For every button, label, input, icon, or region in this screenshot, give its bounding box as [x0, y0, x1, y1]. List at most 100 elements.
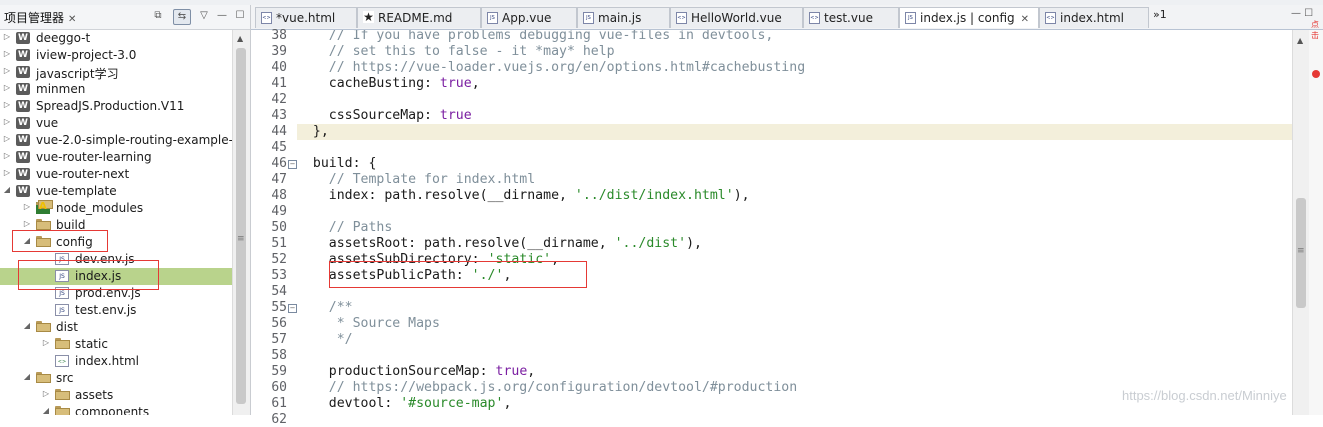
code-line[interactable]: productionSourceMap: true, — [297, 364, 1292, 380]
code-line[interactable] — [297, 204, 1292, 220]
code-line[interactable]: build: { — [297, 156, 1292, 172]
expand-icon[interactable]: ▷ — [2, 100, 12, 109]
code-line[interactable]: // set this to false - it *may* help — [297, 44, 1292, 60]
expand-icon[interactable]: ▷ — [2, 66, 12, 75]
expand-icon[interactable]: ▷ — [2, 134, 12, 143]
code-line[interactable]: index: path.resolve(__dirname, '../dist/… — [297, 188, 1292, 204]
annotation-box-index-js — [18, 260, 159, 290]
error-marker-icon[interactable] — [1312, 70, 1320, 78]
code-line[interactable]: /** — [297, 300, 1292, 316]
editor-tab[interactable]: JS main.js — [577, 7, 670, 28]
line-number: 60 — [271, 380, 287, 395]
project-explorer-panel: 项目管理器 ✕ ⧉ ⇆ ▽ — ☐ ▷ Wdeeggo-t ▷ Wiview-proje… — [0, 5, 251, 415]
tree-item[interactable]: ▷ Wvue-router-next — [0, 166, 232, 183]
expand-icon[interactable]: ▷ — [41, 389, 51, 398]
maximize-icon[interactable]: ☐ — [232, 9, 248, 23]
tree-item[interactable]: ▷ Wvue-router-learning — [0, 149, 232, 166]
close-icon[interactable]: ✕ — [1021, 14, 1029, 25]
code-line[interactable]: assetsRoot: path.resolve(__dirname, '../… — [297, 236, 1292, 252]
fold-toggle-icon[interactable]: − — [288, 160, 297, 169]
code-token: , — [503, 396, 512, 411]
code-line[interactable]: cacheBusting: true, — [297, 76, 1292, 92]
editor-tab[interactable]: <> index.html — [1039, 7, 1149, 28]
editor-tab[interactable]: <> *vue.html — [255, 7, 357, 28]
tree-item[interactable]: ▷ Wvue — [0, 115, 232, 132]
overview-ruler[interactable] — [1309, 30, 1323, 415]
fold-toggle-icon[interactable]: − — [288, 304, 297, 313]
tree-item[interactable]: ◢ components — [0, 404, 232, 415]
watermark: https://blog.csdn.net/Minniye — [1122, 388, 1287, 403]
tree-item[interactable]: <> index.html — [0, 353, 232, 370]
editor-tab[interactable]: <> test.vue — [803, 7, 899, 28]
expand-icon[interactable]: ▷ — [2, 49, 12, 58]
tree-item[interactable]: ▷ Wiview-project-3.0 — [0, 47, 232, 64]
collapse-icon[interactable]: ◢ — [41, 406, 51, 415]
code-token: cssSourceMap: — [297, 108, 440, 123]
tree-item[interactable]: ▷ Wvue-2.0-simple-routing-example-r — [0, 132, 238, 149]
tree-item[interactable]: ▷ assets — [0, 387, 232, 404]
view-menu-icon[interactable]: ▽ — [196, 9, 212, 23]
line-number: 54 — [271, 284, 287, 299]
collapse-all-icon[interactable]: ⧉ — [150, 9, 166, 23]
line-number: 49 — [271, 204, 287, 219]
tree-item[interactable]: ▷ W SpreadJS.Production.V11 — [0, 98, 232, 115]
code-line[interactable] — [297, 348, 1292, 364]
explorer-title[interactable]: 项目管理器 ✕ — [4, 9, 76, 26]
link-editor-icon[interactable]: ⇆ — [173, 9, 191, 25]
scroll-up-icon[interactable]: ▲ — [1297, 36, 1303, 45]
collapse-icon[interactable]: ◢ — [2, 185, 12, 194]
close-icon[interactable]: ✕ — [68, 14, 76, 25]
tab-label: main.js — [598, 11, 642, 25]
folder-icon — [36, 321, 51, 333]
tree-item[interactable]: ◢ dist — [0, 319, 232, 336]
minimize-icon[interactable]: — — [214, 9, 230, 23]
code-line[interactable]: */ — [297, 332, 1292, 348]
editor-window-buttons[interactable]: — ☐ — [1291, 8, 1313, 19]
expand-icon[interactable]: ▷ — [22, 202, 32, 211]
code-token: // https://webpack.js.org/configuration/… — [297, 380, 798, 395]
tab-overflow-icon[interactable]: »1 — [1153, 8, 1167, 21]
code-line[interactable] — [297, 140, 1292, 156]
expand-icon[interactable]: ▷ — [2, 32, 12, 41]
tree-item[interactable]: ▷ Wjavascript学习 — [0, 64, 232, 81]
tree-item[interactable]: ▷ Wminmen — [0, 81, 232, 98]
expand-icon[interactable]: ▷ — [2, 83, 12, 92]
code-line[interactable] — [297, 92, 1292, 108]
expand-icon[interactable]: ▷ — [2, 151, 12, 160]
scrollbar-thumb[interactable] — [236, 48, 246, 404]
editor-tab[interactable]: <> HelloWorld.vue — [670, 7, 803, 28]
tree-item[interactable]: ▷ Wdeeggo-t — [0, 30, 232, 47]
code-token: // Template for index.html — [297, 172, 536, 187]
code-line[interactable]: // https://vue-loader.vuejs.org/en/optio… — [297, 60, 1292, 76]
tree-item[interactable]: JS test.env.js — [0, 302, 232, 319]
code-line[interactable]: }, — [297, 124, 1292, 140]
expand-icon[interactable]: ▷ — [2, 117, 12, 126]
scroll-up-icon[interactable]: ▲ — [237, 34, 243, 43]
collapse-icon[interactable]: ◢ — [22, 372, 32, 381]
expand-icon[interactable]: ▷ — [2, 168, 12, 177]
tree-item-label: index.html — [75, 354, 139, 368]
code-line[interactable]: * Source Maps — [297, 316, 1292, 332]
tree-item[interactable]: ◢ Wvue-template — [0, 183, 232, 200]
editor-scrollbar[interactable]: ▲ ≡ — [1292, 30, 1310, 415]
tree-item[interactable]: ◢ src — [0, 370, 232, 387]
editor-tab[interactable]: JS App.vue — [481, 7, 577, 28]
tree-item[interactable]: ▷ static — [0, 336, 232, 353]
tree-item[interactable]: ▷ node_modules — [0, 200, 232, 217]
tree-item-label: node_modules — [56, 201, 144, 215]
expand-icon[interactable]: ▷ — [22, 219, 32, 228]
collapse-icon[interactable]: ◢ — [22, 321, 32, 330]
explorer-scrollbar[interactable]: ▲ ≡ — [232, 30, 250, 415]
editor-tab[interactable]: JS index.js | config ✕ — [899, 7, 1039, 28]
code-line[interactable]: // Paths — [297, 220, 1292, 236]
expand-icon[interactable]: ▷ — [41, 338, 51, 347]
tab-label: index.js | config — [920, 11, 1015, 25]
project-icon: W — [16, 83, 30, 95]
editor-tab[interactable]: ★ README.md — [357, 7, 481, 28]
code-token: // https://vue-loader.vuejs.org/en/optio… — [297, 60, 806, 75]
line-number: 45 — [271, 140, 287, 155]
code-line[interactable]: // If you have problems debugging vue-fi… — [297, 30, 1292, 44]
code-area[interactable]: // If you have problems debugging vue-fi… — [297, 30, 1292, 415]
code-line[interactable]: cssSourceMap: true — [297, 108, 1292, 124]
code-line[interactable]: // Template for index.html — [297, 172, 1292, 188]
